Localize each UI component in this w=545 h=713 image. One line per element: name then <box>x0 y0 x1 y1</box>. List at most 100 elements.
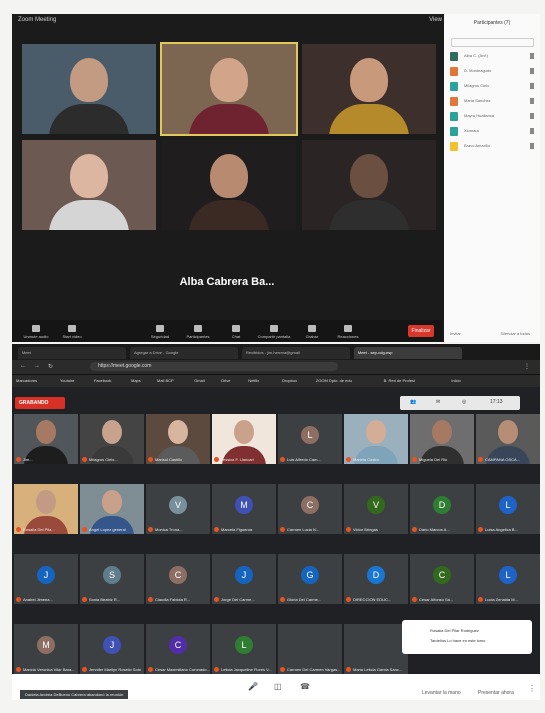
zoom-video-tile[interactable] <box>160 42 298 136</box>
invite-button[interactable]: Invitar <box>450 331 461 336</box>
participant-row[interactable]: Mayra Huallanca <box>450 111 534 123</box>
view-button[interactable]: View <box>429 17 442 23</box>
meet-participant-tile[interactable]: V Monica Trona... <box>146 484 210 534</box>
zoom-toolbar-button[interactable]: Participantes <box>180 325 216 339</box>
meet-participant-tile[interactable]: M Maricia Veronica Vilar Bara... <box>14 624 78 674</box>
participant-row[interactable]: Xiomara <box>450 126 534 138</box>
meet-participant-tile[interactable]: Carmen Del Carmen Vargas... <box>278 624 342 674</box>
bookmark-item[interactable]: Dropbox <box>282 378 297 383</box>
bookmark-item[interactable]: Facebook <box>94 378 112 383</box>
zoom-window: Zoom Meeting View Alba Cabrera Ba... Fin… <box>12 14 540 342</box>
toolbar-label: Compartir pantalla <box>257 334 291 339</box>
meet-participant-tile[interactable]: S Sonia Beatriz R... <box>80 554 144 604</box>
meet-participant-tile[interactable]: Jessica F. Llancari <box>212 414 276 464</box>
bookmark-item[interactable]: Marcadores <box>16 378 37 383</box>
meet-participant-tile[interactable]: Marisol Castillo <box>146 414 210 464</box>
meet-participant-tile[interactable]: G Gloria Del Carme... <box>278 554 342 604</box>
meet-participant-tile[interactable]: Mariela Castro <box>344 414 408 464</box>
bookmark-item[interactable]: Drive <box>221 378 230 383</box>
chat-icon[interactable]: ✉ <box>436 399 440 405</box>
participant-name: Jim... <box>23 456 33 462</box>
meet-participant-tile[interactable]: Jim... <box>14 414 78 464</box>
more-options-icon[interactable]: ⋮ <box>528 684 536 693</box>
zoom-video-tile[interactable] <box>162 140 296 230</box>
bookmark-item[interactable]: Gmail <box>194 378 204 383</box>
meet-participant-tile[interactable]: J Jorge Del Carme... <box>212 554 276 604</box>
back-icon[interactable]: ← <box>20 363 26 369</box>
participant-label: Sonia Beatriz R... <box>82 597 120 602</box>
meet-participant-tile[interactable]: C Cesar Maximiliano Coronado... <box>146 624 210 674</box>
zoom-toolbar-button[interactable]: Seguridad <box>142 325 178 339</box>
participant-row[interactable]: Bravo Amarillo <box>450 141 534 153</box>
meet-participant-tile[interactable]: C Claudia Fabiola R... <box>146 554 210 604</box>
meet-participant-tile[interactable]: Maria Leticia Garcia Sanc... <box>344 624 408 674</box>
meet-participant-tile[interactable]: Rosalia Del Pila... <box>14 484 78 534</box>
zoom-video-tile[interactable] <box>22 140 156 230</box>
end-meeting-button[interactable]: Finalizar <box>408 325 434 337</box>
participants-search-input[interactable] <box>450 38 534 47</box>
muted-mic-icon <box>346 527 351 532</box>
bookmark-item[interactable]: Netflix <box>248 378 259 383</box>
bookmark-item[interactable]: ZOOM Dpto. de edu <box>316 378 352 383</box>
meet-participant-tile[interactable]: J Anabel Jimena... <box>14 554 78 604</box>
present-now-button[interactable]: Presentar ahora <box>478 690 514 696</box>
participant-name: Monica Trona... <box>155 526 183 532</box>
meet-participant-tile[interactable]: CAMPANA OSCA... <box>476 414 540 464</box>
browser-tab[interactable]: Agregar a Drive - Google <box>130 347 238 359</box>
activities-icon[interactable]: ◎ <box>462 399 466 405</box>
participant-avatar: D <box>433 496 451 514</box>
menu-icon[interactable]: ⋮ <box>524 363 530 370</box>
participant-avatar: J <box>103 636 121 654</box>
bookmark-item[interactable]: Inicio <box>451 378 460 383</box>
chat-toast[interactable]: Rosalia Del Pilar Rodriguez Tardellos Lo… <box>402 620 532 654</box>
zoom-toolbar-button[interactable]: Reacciones <box>330 325 366 339</box>
zoom-toolbar-button[interactable]: Chat <box>218 325 254 339</box>
bookmark-item[interactable]: B. Red de Profesi <box>384 378 415 383</box>
muted-mic-icon <box>214 457 219 462</box>
zoom-video-tile[interactable] <box>22 44 156 134</box>
meet-participant-tile[interactable]: C Carmen Lucia N... <box>278 484 342 534</box>
participant-row[interactable]: Milagros Cielo <box>450 81 534 93</box>
camera-icon[interactable]: ◫ <box>274 682 282 691</box>
participant-label: Monica Trona... <box>148 527 183 532</box>
meet-participant-tile[interactable]: M Marcela Figueroa <box>212 484 276 534</box>
participant-avatar: M <box>235 496 253 514</box>
mute-all-button[interactable]: Silenciar a todos <box>500 331 530 336</box>
browser-tab[interactable]: Meet <box>18 347 126 359</box>
zoom-toolbar-button[interactable]: Unmute audio <box>18 325 54 339</box>
browser-tab[interactable]: Meet - sep-cdg-esp <box>354 347 462 359</box>
meet-participant-tile[interactable]: L Leticia Jacqueline Flores V... <box>212 624 276 674</box>
meet-participant-tile[interactable]: J Jennifer Marilyn Rosello Soto <box>80 624 144 674</box>
meet-participant-tile[interactable]: Angel Lopez general <box>80 484 144 534</box>
participant-row[interactable]: D. Monteagudo <box>450 66 534 78</box>
meet-participant-tile[interactable]: Milagros Cielo... <box>80 414 144 464</box>
meet-participant-tile[interactable]: C Cesar Alfonso Sa... <box>410 554 474 604</box>
leave-call-icon[interactable]: ☎ <box>300 682 310 691</box>
meet-participant-tile[interactable]: L Lucia Zenaida M... <box>476 554 540 604</box>
bookmark-item[interactable]: Youtube <box>60 378 75 383</box>
participant-name: Alba C. (Anf.) <box>464 53 489 58</box>
zoom-video-tile[interactable] <box>302 44 436 134</box>
participant-row[interactable]: Alba C. (Anf.) <box>450 51 534 63</box>
zoom-toolbar-button[interactable]: Grabar <box>294 325 330 339</box>
meet-participant-tile[interactable]: V Victor Bringas <box>344 484 408 534</box>
browser-tab[interactable]: Recibidos - jim.herrera@gmail <box>242 347 350 359</box>
reload-icon[interactable]: ↻ <box>48 363 53 370</box>
people-icon[interactable]: 👥 <box>410 399 416 405</box>
meet-participant-tile[interactable]: D Dario Marcos A... <box>410 484 474 534</box>
bookmark-item[interactable]: Mail BCP <box>157 378 174 383</box>
zoom-toolbar-button[interactable]: Compartir pantalla <box>256 325 292 339</box>
meet-participant-tile[interactable]: Miguela Del Rio <box>410 414 474 464</box>
meet-participant-tile[interactable]: L Luisa Angelica B... <box>476 484 540 534</box>
zoom-video-tile[interactable] <box>302 140 436 230</box>
meet-participant-tile[interactable]: L Luis Alfredo Cam... <box>278 414 342 464</box>
forward-icon[interactable]: → <box>34 363 40 369</box>
mic-status-icon <box>530 113 534 119</box>
bookmark-item[interactable]: Maps <box>131 378 141 383</box>
meet-participant-tile[interactable]: D DIRECCION EDUC... <box>344 554 408 604</box>
url-input[interactable]: https://meet.google.com <box>90 362 338 371</box>
participant-row[interactable]: Maria Sanchez <box>450 96 534 108</box>
raise-hand-button[interactable]: Levantar la mano <box>422 690 461 696</box>
mic-icon[interactable]: 🎤 <box>248 682 258 691</box>
zoom-toolbar-button[interactable]: Start video <box>54 325 90 339</box>
